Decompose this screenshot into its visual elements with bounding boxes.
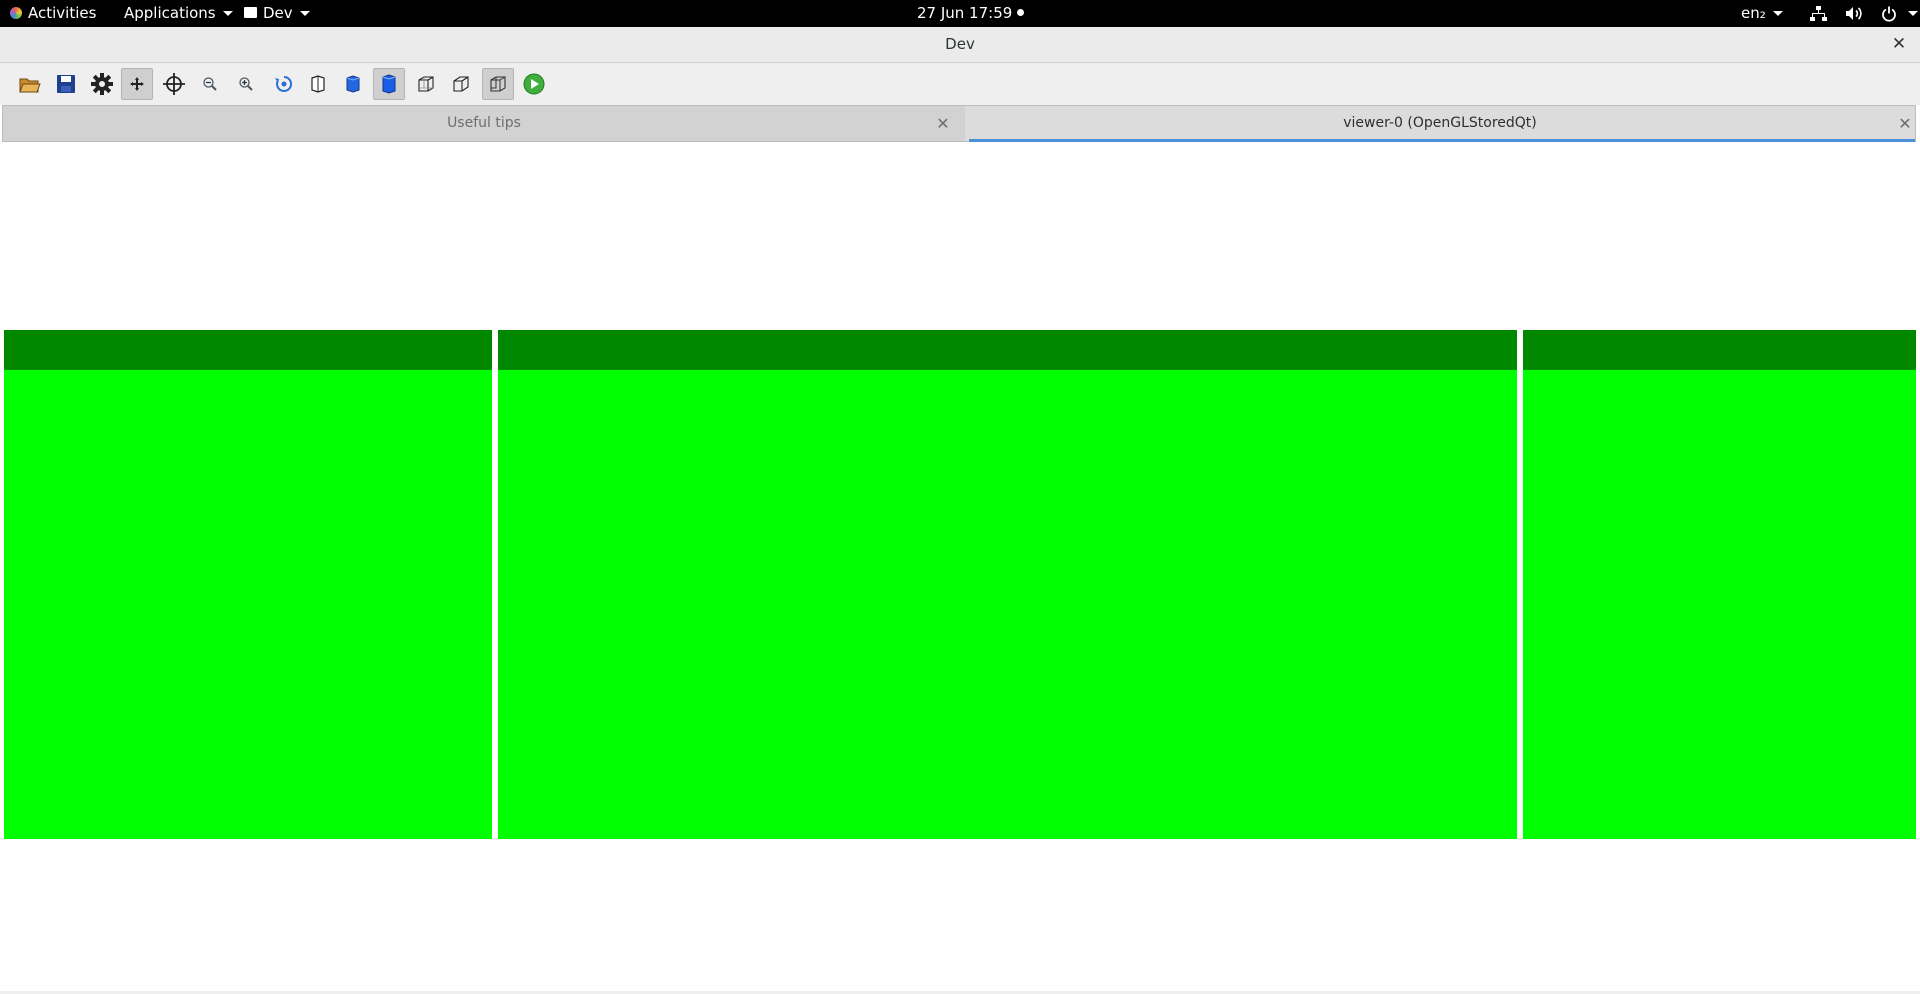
- tab-bar: Useful tips ✕ viewer-0 (OpenGLStoredQt) …: [2, 105, 1916, 142]
- chevron-down-icon: [1908, 11, 1919, 16]
- network-wired-icon: [1810, 6, 1827, 21]
- run-button[interactable]: [518, 68, 550, 100]
- zoom-in-button[interactable]: [230, 68, 262, 100]
- recording-dot-icon: [1017, 9, 1025, 16]
- zoom-out-button[interactable]: [194, 68, 226, 100]
- block-top-face: [4, 330, 492, 370]
- solid-surface-icon: [346, 75, 360, 93]
- close-icon[interactable]: ✕: [933, 106, 953, 141]
- close-icon[interactable]: ✕: [1895, 106, 1915, 141]
- settings-gear-icon: [91, 73, 113, 95]
- window-title: Dev: [945, 35, 975, 53]
- app-menu-label: Dev: [263, 4, 293, 22]
- applications-menu[interactable]: Applications: [124, 0, 233, 27]
- applications-label: Applications: [124, 4, 216, 22]
- block-top-face: [1523, 330, 1916, 370]
- window-title-bar: Dev ✕: [0, 27, 1920, 63]
- system-menu[interactable]: [1810, 0, 1919, 27]
- rotate-button[interactable]: [268, 68, 300, 100]
- solid-surface-selected-button[interactable]: [373, 68, 405, 100]
- toolbar: [0, 63, 1920, 105]
- open-folder-icon: [19, 78, 41, 93]
- settings-button[interactable]: [86, 68, 118, 100]
- save-icon: [57, 75, 75, 93]
- pick-crosshair-icon: [163, 73, 185, 95]
- opengl-viewer-canvas[interactable]: [4, 143, 1916, 991]
- move-icon: [130, 77, 144, 91]
- tab-label: viewer-0 (OpenGLStoredQt): [1343, 115, 1537, 131]
- zoom-in-icon: [239, 77, 253, 91]
- window-icon: [244, 7, 257, 18]
- perspective-icon: [453, 76, 469, 92]
- clock[interactable]: 27 Jun 17:59: [917, 0, 1025, 27]
- wireframe-button[interactable]: [410, 68, 442, 100]
- zoom-out-icon: [203, 77, 217, 91]
- block-top-face: [498, 330, 1517, 370]
- app-menu-dev[interactable]: Dev: [244, 0, 310, 27]
- green-block-right: [1523, 330, 1916, 839]
- activities-label: Activities: [28, 4, 97, 22]
- perspective-button[interactable]: [445, 68, 477, 100]
- tab-label: Useful tips: [447, 115, 521, 131]
- hidden-line-icon: [311, 75, 325, 93]
- activities-icon: [10, 6, 22, 19]
- wireframe-icon: [418, 76, 434, 92]
- pick-tool-button[interactable]: [158, 68, 190, 100]
- activities-button[interactable]: Activities: [10, 0, 96, 27]
- solid-surface-selected-icon: [382, 74, 396, 94]
- volume-icon: [1845, 7, 1862, 20]
- clock-label: 27 Jun 17:59: [917, 4, 1013, 22]
- input-source-label: en₂: [1741, 4, 1766, 22]
- window-close-button[interactable]: ✕: [1888, 27, 1910, 62]
- tab-viewer-0[interactable]: viewer-0 (OpenGLStoredQt) ✕: [965, 106, 1915, 142]
- ortho-icon: [490, 76, 506, 92]
- open-button[interactable]: [14, 68, 46, 100]
- power-icon: [1881, 6, 1896, 22]
- run-icon: [523, 73, 545, 95]
- green-block-center: [498, 330, 1517, 839]
- gnome-top-bar: Activities Applications Dev 27 Jun 17:59…: [0, 0, 1920, 27]
- hidden-line-button[interactable]: [302, 68, 334, 100]
- chevron-down-icon: [1772, 11, 1783, 16]
- rotate-icon: [275, 75, 293, 92]
- save-button[interactable]: [50, 68, 82, 100]
- chevron-down-icon: [222, 11, 233, 16]
- tab-useful-tips[interactable]: Useful tips ✕: [3, 106, 965, 141]
- input-source-menu[interactable]: en₂: [1741, 0, 1783, 27]
- chevron-down-icon: [299, 11, 310, 16]
- move-tool-button[interactable]: [121, 68, 153, 100]
- solid-surface-button[interactable]: [337, 68, 369, 100]
- ortho-button[interactable]: [482, 68, 514, 100]
- green-block-left: [4, 330, 492, 839]
